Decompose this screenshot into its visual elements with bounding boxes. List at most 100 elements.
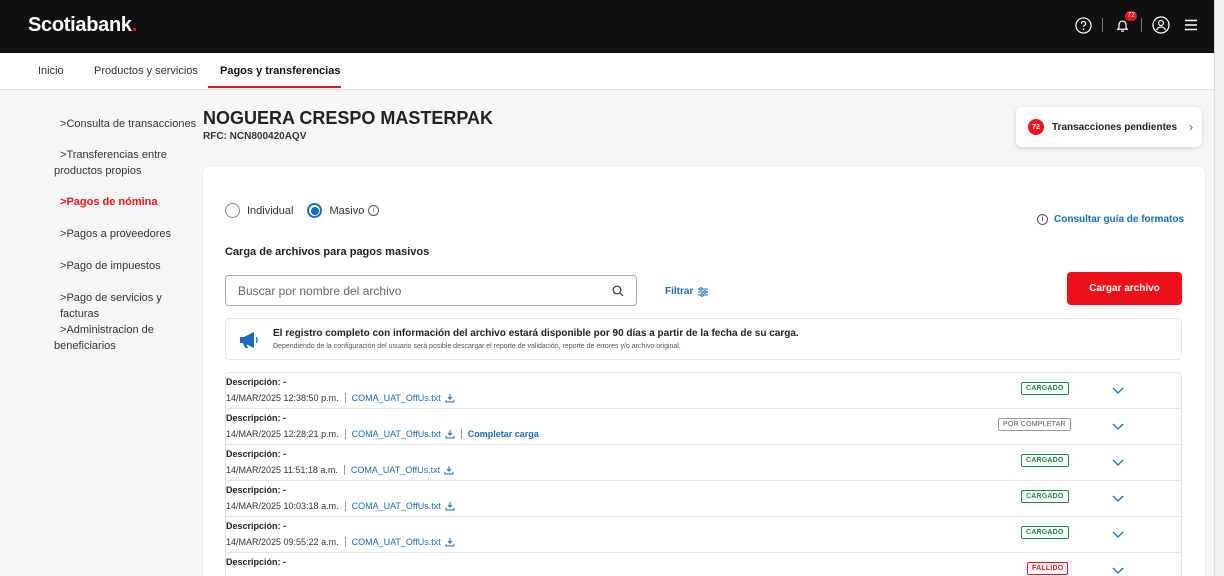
- nav-productos-servicios[interactable]: Productos y servicios: [94, 65, 198, 77]
- sidebar-item-pagos-proveedores[interactable]: >Pagos a proveedores: [60, 226, 171, 242]
- menu-icon[interactable]: [1180, 14, 1202, 36]
- pending-transactions-button[interactable]: 72 Transacciones pendientes ›: [1016, 107, 1202, 147]
- sidebar-item-transferencias[interactable]: >Transferencias entre: [60, 147, 167, 163]
- chevron-down-icon[interactable]: [1112, 454, 1124, 472]
- record-meta: 14/MAR/2025 12:38:50 p.m. COMA_UAT_OffUs.…: [226, 393, 455, 403]
- radio-masivo[interactable]: [307, 203, 323, 218]
- record-description: Descripción: -: [226, 377, 287, 387]
- record-description: Descripción: -: [226, 485, 287, 495]
- separator: [344, 537, 346, 547]
- download-icon[interactable]: [444, 465, 454, 475]
- sidebar-item-pago-servicios[interactable]: >Pago de servicios y facturas: [60, 290, 199, 322]
- record-meta: 14/MAR/2025 09:55:22 a.m. COMA_UAT_OffUs.…: [226, 537, 455, 547]
- download-icon[interactable]: [445, 393, 455, 403]
- record-meta: 14/MAR/2025 10:03:18 a.m. COMA_UAT_OffUs.…: [226, 501, 455, 511]
- radio-individual-label[interactable]: Individual: [247, 205, 293, 217]
- format-guide-label: Consultar guía de formatos: [1054, 214, 1185, 225]
- scrollbar[interactable]: [1214, 0, 1224, 576]
- sidebar-item-consulta[interactable]: >Consulta de transacciones: [60, 116, 196, 132]
- top-bar: Scotiabank. 72: [0, 0, 1214, 53]
- search-box: [225, 275, 637, 306]
- list-item[interactable]: Descripción: - 14/MAR/2025 09:55:22 a.m.…: [226, 517, 1181, 553]
- records-list: Descripción: - 14/MAR/2025 12:38:50 p.m.…: [225, 372, 1182, 576]
- sidebar-item-pago-impuestos[interactable]: >Pago de impuestos: [60, 258, 161, 274]
- list-item[interactable]: Descripción: - 14/MAR/2025 11:51:18 a.m.…: [226, 445, 1181, 481]
- list-item[interactable]: Descripción: - 14/MAR/2025 10:03:18 a.m.…: [226, 481, 1181, 517]
- sidebar-item-transferencias-line2[interactable]: productos propios: [54, 163, 141, 179]
- filter-label: Filtrar: [665, 286, 694, 297]
- record-file-link[interactable]: COMA_UAT_OffUs.txt: [351, 465, 440, 475]
- record-file-link[interactable]: COMA_UAT_OffUs.txt: [352, 393, 441, 403]
- bell-icon[interactable]: 72: [1111, 11, 1137, 36]
- record-meta: 14/MAR/2025 12:28:21 p.m. COMA_UAT_OffUs.…: [226, 429, 539, 439]
- separator: [344, 501, 346, 511]
- search-input[interactable]: [238, 283, 612, 298]
- mode-selector: Individual Masivo i: [225, 203, 380, 218]
- nav-pagos-transferencias[interactable]: Pagos y transferencias: [220, 65, 340, 77]
- nav-active-indicator: [208, 86, 341, 88]
- separator: [344, 393, 346, 403]
- main-nav: Inicio Productos y servicios Pagos y tra…: [0, 53, 1214, 90]
- status-badge: FALLIDO: [1027, 562, 1069, 575]
- radio-masivo-label[interactable]: Masivo: [329, 205, 364, 217]
- chevron-down-icon[interactable]: [1112, 418, 1124, 436]
- upload-file-button[interactable]: Cargar archivo: [1067, 272, 1182, 305]
- info-icon: i: [1037, 214, 1048, 225]
- search-icon[interactable]: [612, 285, 624, 297]
- record-description: Descripción: -: [226, 521, 287, 531]
- sidebar-item-administracion-line2[interactable]: beneficiarios: [54, 338, 116, 354]
- chevron-down-icon[interactable]: [1112, 526, 1124, 544]
- record-meta: 14/MAR/2025 11:51:18 a.m. COMA_UAT_OffUs.…: [226, 465, 454, 475]
- record-datetime: 14/MAR/2025 12:38:50 p.m.: [226, 393, 339, 403]
- chevron-down-icon[interactable]: [1112, 490, 1124, 508]
- download-icon[interactable]: [445, 537, 455, 547]
- record-file-link[interactable]: COMA_UAT_OffUs.txt: [352, 537, 441, 547]
- download-icon[interactable]: [445, 429, 455, 439]
- record-datetime: 14/MAR/2025 09:55:22 a.m.: [226, 537, 339, 547]
- record-description: Descripción: -: [226, 413, 287, 423]
- status-badge: POR COMPLETAR: [998, 418, 1071, 431]
- status-badge: CARGADO: [1021, 454, 1069, 467]
- filter-sliders-icon: [698, 286, 709, 297]
- record-datetime: 14/MAR/2025 12:28:21 p.m.: [226, 429, 339, 439]
- filter-button[interactable]: Filtrar: [665, 286, 709, 297]
- info-icon[interactable]: i: [368, 205, 380, 216]
- sidebar-item-administracion[interactable]: >Administracion de: [60, 322, 154, 338]
- chevron-down-icon[interactable]: [1112, 562, 1124, 576]
- record-datetime: 14/MAR/2025 11:51:18 a.m.: [226, 465, 338, 475]
- section-title: Carga de archivos para pagos masivos: [225, 246, 430, 258]
- radio-individual[interactable]: [225, 203, 240, 218]
- company-rfc: RFC: NCN800420AQV: [203, 131, 307, 142]
- notice-title: El registro completo con información del…: [273, 328, 799, 339]
- pending-label: Transacciones pendientes: [1052, 121, 1178, 133]
- status-badge: CARGADO: [1021, 490, 1069, 503]
- status-badge: CARGADO: [1021, 526, 1069, 539]
- separator: [343, 465, 345, 475]
- megaphone-icon: [240, 332, 258, 348]
- record-description: Descripción: -: [226, 557, 287, 567]
- list-item[interactable]: Descripción: - FALLIDO: [226, 553, 1181, 576]
- user-icon[interactable]: [1150, 14, 1172, 36]
- chevron-down-icon[interactable]: [1112, 382, 1124, 400]
- separator: [1102, 18, 1103, 32]
- separator: [1141, 18, 1142, 32]
- info-notice: El registro completo con información del…: [225, 318, 1182, 360]
- company-name: NOGUERA CRESPO MASTERPAK: [203, 108, 494, 128]
- pending-count-badge: 72: [1028, 119, 1044, 135]
- record-datetime: 14/MAR/2025 10:03:18 a.m.: [226, 501, 339, 511]
- record-description: Descripción: -: [226, 449, 287, 459]
- scotiabank-logo[interactable]: Scotiabank.: [28, 14, 137, 37]
- nav-inicio[interactable]: Inicio: [38, 65, 64, 77]
- record-file-link[interactable]: COMA_UAT_OffUs.txt: [352, 429, 441, 439]
- list-item[interactable]: Descripción: - 14/MAR/2025 12:38:50 p.m.…: [226, 373, 1181, 409]
- format-guide-link[interactable]: i Consultar guía de formatos: [1037, 214, 1184, 225]
- top-icons: 72: [1072, 11, 1202, 36]
- complete-upload-link[interactable]: Completar carga: [468, 429, 539, 439]
- notification-badge: 72: [1125, 11, 1137, 21]
- status-badge: CARGADO: [1021, 382, 1069, 395]
- download-icon[interactable]: [445, 501, 455, 511]
- record-file-link[interactable]: COMA_UAT_OffUs.txt: [352, 501, 441, 511]
- sidebar-item-pagos-nomina[interactable]: >Pagos de nómina: [60, 194, 158, 210]
- list-item[interactable]: Descripción: - 14/MAR/2025 12:28:21 p.m.…: [226, 409, 1181, 445]
- help-icon[interactable]: [1072, 14, 1094, 36]
